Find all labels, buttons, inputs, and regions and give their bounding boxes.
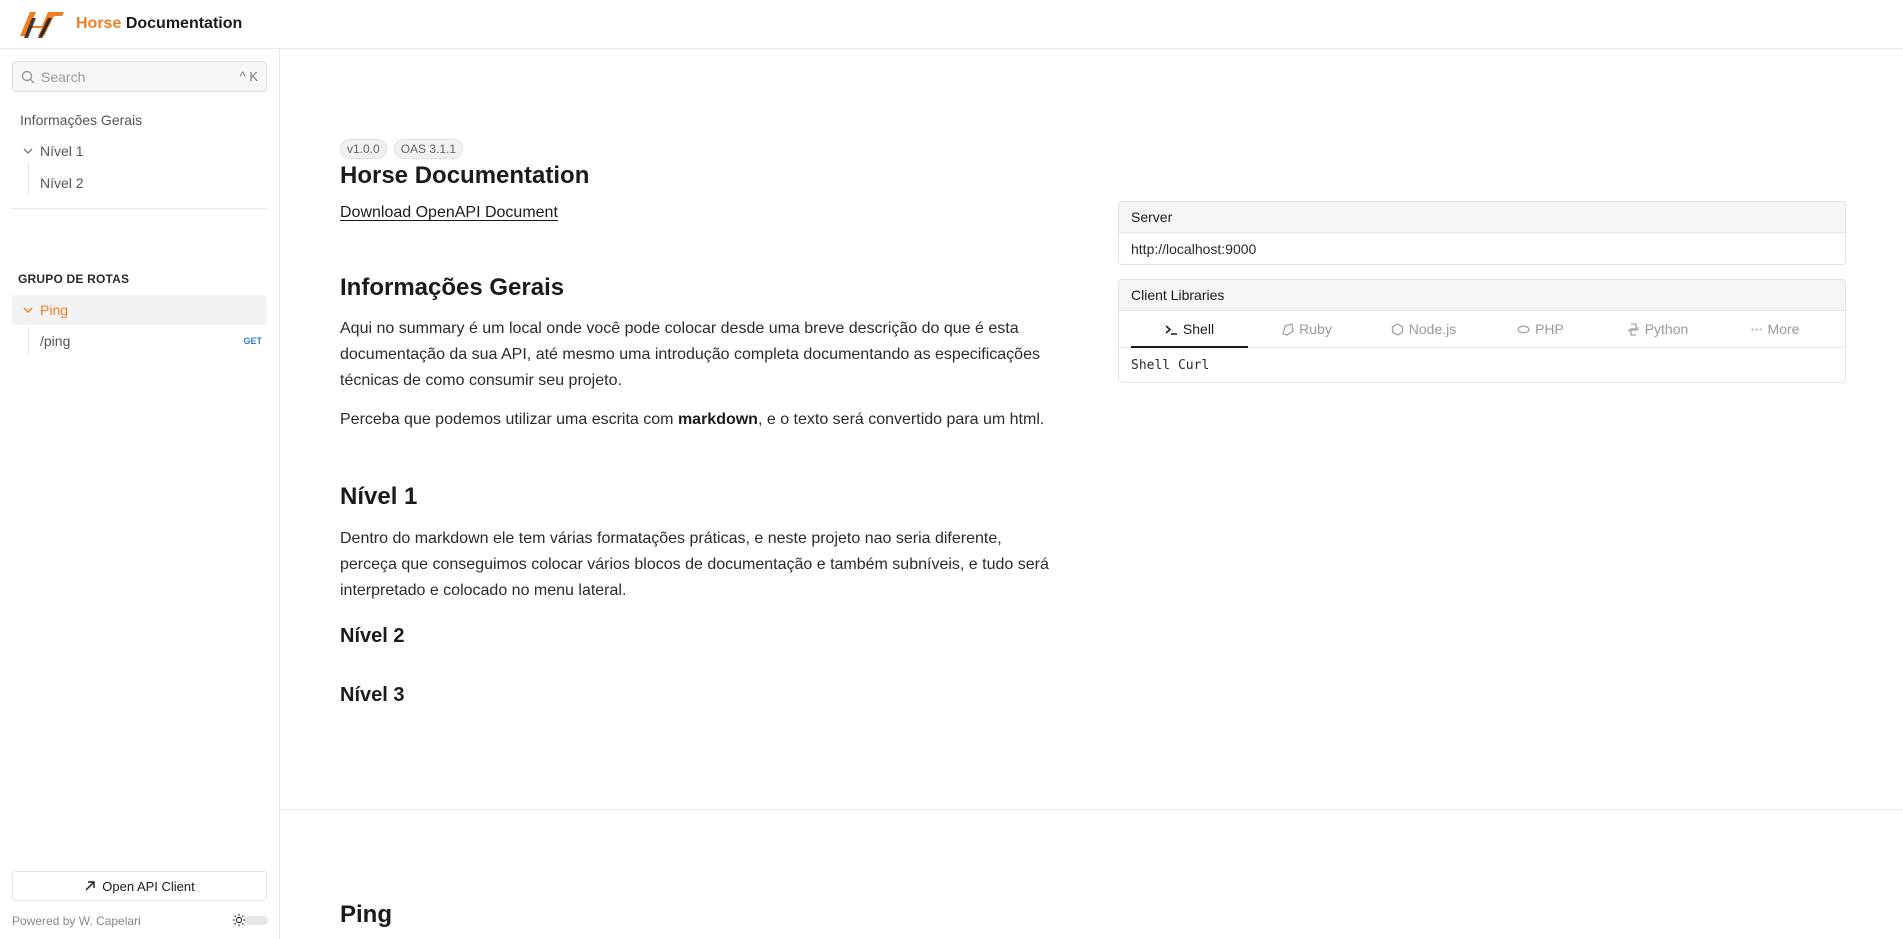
- chevron-down-icon[interactable]: [22, 304, 34, 316]
- client-library-tabs: Shell Ruby Node.js PHP Python More: [1119, 311, 1845, 348]
- tab-nodejs[interactable]: Node.js: [1365, 311, 1482, 347]
- tab-php[interactable]: PHP: [1482, 311, 1599, 347]
- section-title-ping: Ping: [340, 901, 392, 928]
- client-libraries-card: Client Libraries Shell Ruby Node.js PHP …: [1118, 279, 1846, 383]
- terminal-icon: [1165, 324, 1177, 335]
- version-badge: v1.0.0: [340, 139, 387, 159]
- info-p2-start: Perceba que podemos utilizar uma escrita…: [340, 411, 678, 428]
- more-icon: [1751, 328, 1762, 330]
- horse-logo-icon[interactable]: [18, 6, 66, 42]
- search-input[interactable]: Search ^ K: [12, 61, 267, 92]
- sidebar-item-label: Nível 2: [40, 175, 84, 191]
- section-title-nivel-1: Nível 1: [340, 483, 418, 510]
- info-p2-end: , e o texto será convertido para um html…: [757, 411, 1045, 428]
- route-group-title: GRUPO DE ROTAS: [18, 272, 130, 286]
- brand-rest: Documentation: [125, 15, 243, 32]
- server-card: Server http://localhost:9000: [1118, 201, 1846, 265]
- brand-accent: Horse: [76, 15, 122, 32]
- sun-icon: [232, 913, 246, 927]
- tab-shell[interactable]: Shell: [1131, 311, 1248, 348]
- powered-by-text: Powered by W. Capelari: [12, 914, 141, 928]
- open-api-client-label: Open API Client: [102, 878, 195, 894]
- tab-label: PHP: [1535, 321, 1564, 337]
- tab-label: Shell: [1182, 321, 1215, 337]
- sidebar-item-label: Ping: [40, 302, 69, 318]
- info-paragraph-1: Aqui no summary é um local onde você pod…: [340, 320, 1040, 389]
- info-paragraph-2: Perceba que podemos utilizar uma escrita…: [340, 407, 1060, 433]
- tab-more[interactable]: More: [1716, 311, 1833, 347]
- sidebar-divider: [12, 208, 267, 209]
- php-icon: [1517, 325, 1530, 333]
- chevron-down-icon[interactable]: [22, 145, 34, 157]
- sidebar-item-nivel-1[interactable]: Nível 1: [22, 143, 84, 159]
- search-shortcut: ^ K: [239, 69, 258, 84]
- section-title-informacoes-gerais: Informações Gerais: [340, 274, 565, 301]
- sidebar-item-label: Informações Gerais: [20, 112, 143, 128]
- section-title-nivel-2: Nível 2: [340, 625, 405, 647]
- section-divider: [281, 809, 1903, 810]
- python-icon: [1628, 322, 1639, 336]
- tab-label: More: [1767, 321, 1800, 337]
- client-libraries-label: Client Libraries: [1119, 280, 1845, 311]
- sidebar-item-ping-route[interactable]: /ping GET: [40, 329, 262, 353]
- sidebar-item-informacoes-gerais[interactable]: Informações Gerais: [20, 112, 142, 128]
- tab-label: Python: [1644, 321, 1689, 337]
- download-openapi-link[interactable]: Download OpenAPI Document: [340, 204, 558, 222]
- method-badge: GET: [243, 336, 262, 346]
- version-badges: v1.0.0 OAS 3.1.1: [340, 139, 464, 159]
- theme-toggle[interactable]: [232, 912, 268, 928]
- section-title-nivel-3: Nível 3: [340, 684, 405, 706]
- tab-ruby[interactable]: Ruby: [1248, 311, 1365, 347]
- sidebar-item-label: Nível 1: [40, 143, 84, 159]
- toggle-track: [244, 916, 268, 925]
- server-url-select[interactable]: http://localhost:9000: [1119, 233, 1845, 264]
- search-placeholder: Search: [41, 68, 86, 85]
- tab-label: Ruby: [1299, 321, 1332, 337]
- open-api-client-button[interactable]: Open API Client: [12, 871, 267, 901]
- tree-guide-line: [28, 327, 29, 355]
- sidebar: Search ^ K Informações Gerais Nível 1 Ní…: [0, 49, 280, 939]
- tab-label: Node.js: [1408, 321, 1457, 337]
- main-content: v1.0.0 OAS 3.1.1 Horse Documentation Dow…: [281, 49, 1903, 939]
- markdown-bold: markdown: [677, 411, 758, 428]
- sidebar-item-ping[interactable]: Ping: [12, 295, 267, 325]
- tab-python[interactable]: Python: [1599, 311, 1716, 347]
- brand-title[interactable]: Horse Documentation: [76, 15, 242, 33]
- tree-guide-line: [28, 163, 29, 195]
- top-header: Horse Documentation: [0, 0, 1903, 49]
- nivel-1-paragraph: Dentro do markdown ele tem várias format…: [340, 530, 1049, 599]
- search-icon: [21, 70, 35, 83]
- sidebar-item-nivel-2[interactable]: Nível 2: [40, 175, 84, 191]
- ruby-icon: [1282, 322, 1294, 336]
- nodejs-icon: [1391, 322, 1403, 336]
- server-label: Server: [1119, 202, 1845, 233]
- page-title: Horse Documentation: [340, 162, 590, 189]
- arrow-up-right-icon: [85, 881, 95, 891]
- client-selection-dropdown[interactable]: Shell Curl: [1119, 348, 1845, 382]
- oas-badge: OAS 3.1.1: [393, 139, 464, 159]
- route-path: /ping: [40, 333, 71, 349]
